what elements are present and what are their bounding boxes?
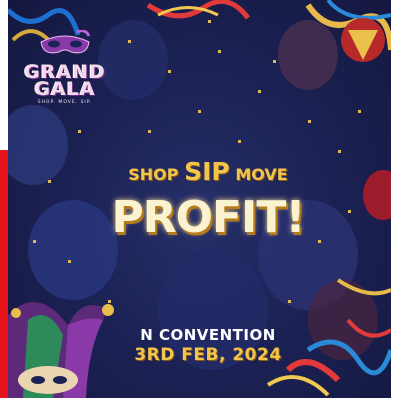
canvas: GRAND GALA SHOP. MOVE. SIP. SHOP SIP MOV…: [0, 0, 397, 398]
side-red-bar: [0, 150, 8, 398]
masquerade-mask-icon: [40, 29, 91, 54]
headline-word-shop: SHOP: [128, 165, 179, 184]
event-venue: N CONVENTION: [140, 326, 276, 344]
logo-title-line2: GALA: [34, 78, 96, 100]
confetti-icon: [48, 180, 51, 183]
confetti-icon: [33, 240, 36, 243]
confetti-icon: [308, 120, 311, 123]
confetti-icon: [148, 130, 151, 133]
confetti-icon: [218, 50, 221, 53]
confetti-icon: [318, 240, 321, 243]
headline-profit: PROFIT!: [111, 192, 305, 243]
logo-tagline: SHOP. MOVE. SIP.: [37, 100, 93, 105]
confetti-icon: [198, 110, 201, 113]
confetti-icon: [288, 300, 291, 303]
confetti-icon: [108, 300, 111, 303]
headline-word-move: MOVE: [235, 165, 288, 184]
confetti-icon: [238, 140, 241, 143]
event-date: 3RD FEB, 2024: [134, 345, 282, 365]
confetti-icon: [78, 130, 81, 133]
confetti-icon: [168, 70, 171, 73]
confetti-icon: [258, 90, 261, 93]
grand-gala-logo: GRAND GALA SHOP. MOVE. SIP.: [22, 29, 108, 105]
headline-word-sip: SIP: [184, 157, 230, 186]
confetti-icon: [348, 210, 351, 213]
confetti-icon: [358, 110, 361, 113]
confetti-icon: [208, 20, 211, 23]
headline-shop-sip-move: SHOP SIP MOVE: [98, 157, 318, 186]
confetti-icon: [273, 60, 276, 63]
event-poster: GRAND GALA SHOP. MOVE. SIP. SHOP SIP MOV…: [8, 0, 391, 398]
confetti-icon: [68, 260, 71, 263]
confetti-icon: [338, 150, 341, 153]
confetti-icon: [128, 40, 131, 43]
jester-hat-icon: [8, 302, 114, 398]
